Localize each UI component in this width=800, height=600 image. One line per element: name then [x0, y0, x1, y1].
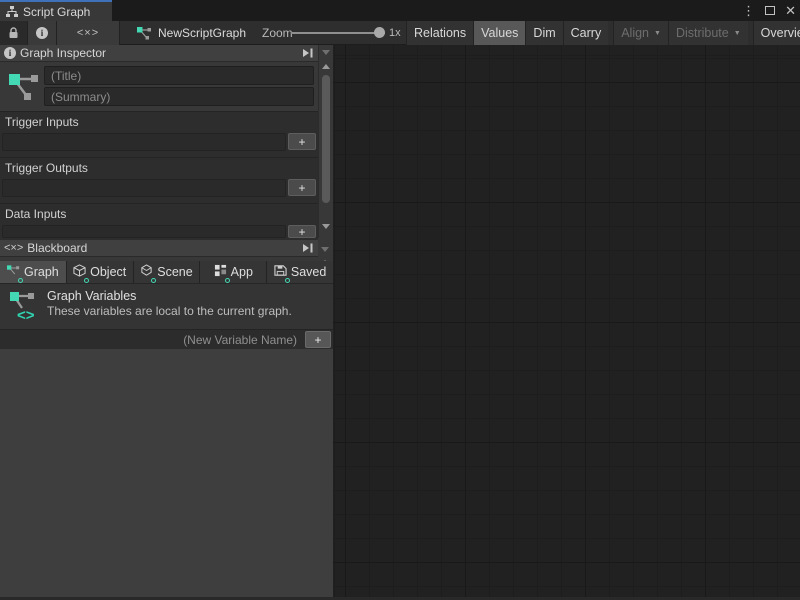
data-inputs-list[interactable]: [2, 225, 286, 238]
floppy-save-icon: [274, 264, 287, 280]
inspector-toggle-button[interactable]: i: [28, 21, 57, 45]
cube-icon: [73, 264, 86, 280]
dim-button[interactable]: Dim: [525, 21, 562, 45]
chevron-down-icon: ▼: [734, 30, 741, 37]
graph-name-label: NewScriptGraph: [158, 26, 246, 40]
zoom-value: 1x: [389, 21, 401, 45]
title-input[interactable]: (Title): [44, 66, 314, 85]
info-icon: i: [36, 27, 48, 39]
trigger-outputs-row: +: [0, 177, 318, 203]
summary-input[interactable]: (Summary): [44, 87, 314, 106]
graph-variables-description: These variables are local to the current…: [47, 304, 292, 318]
close-icon[interactable]: ✕: [785, 0, 796, 21]
overview-button[interactable]: Overview: [753, 21, 800, 45]
title-placeholder: (Title): [51, 69, 81, 83]
relations-button[interactable]: Relations: [406, 21, 473, 45]
blackboard-title: Blackboard: [27, 241, 87, 255]
view-buttons: Relations Values Dim Carry Align ▼ Distr…: [406, 21, 800, 45]
zoom-label: Zoom: [262, 21, 293, 45]
graph-title-block: (Title) (Summary): [0, 63, 318, 109]
graph-name[interactable]: NewScriptGraph: [137, 21, 246, 45]
trigger-inputs-row: +: [0, 131, 318, 157]
section-header-trigger-inputs: Trigger Inputs: [0, 111, 318, 131]
distribute-dropdown[interactable]: Distribute ▼: [668, 21, 748, 45]
add-trigger-output-button[interactable]: +: [288, 179, 316, 196]
tab-script-graph[interactable]: Script Graph: [0, 0, 112, 21]
section-header-trigger-outputs: Trigger Outputs: [0, 157, 318, 177]
blackboard-header[interactable]: <×> Blackboard: [0, 240, 318, 257]
graph-variables-title: Graph Variables: [47, 289, 136, 303]
blackboard-scrollbar[interactable]: [318, 240, 333, 260]
info-icon: i: [4, 47, 16, 59]
dock-icon[interactable]: [302, 243, 314, 253]
graph-canvas[interactable]: [333, 45, 800, 600]
values-button[interactable]: Values: [473, 21, 525, 45]
scene-icon: [140, 264, 153, 280]
chevron-down-icon: ▼: [654, 30, 661, 37]
variables-icon: <×>: [77, 27, 99, 39]
add-trigger-input-button[interactable]: +: [288, 133, 316, 150]
graph-inspector-title: Graph Inspector: [20, 46, 106, 60]
app-grid-icon: [214, 264, 227, 280]
new-variable-input[interactable]: (New Variable Name): [183, 330, 297, 350]
svg-text:<>: <>: [17, 307, 35, 324]
script-graph-window: Script Graph ⋮ ✕ i <×>: [0, 0, 800, 600]
tab-label: Script Graph: [23, 5, 90, 19]
tab-object[interactable]: Object: [67, 261, 134, 283]
tab-scene[interactable]: Scene: [134, 261, 201, 283]
script-graph-icon: [6, 6, 18, 18]
add-data-input-button[interactable]: +: [288, 225, 316, 238]
tab-graph[interactable]: Graph: [0, 261, 67, 283]
graph-toolbar: i <×> NewScriptGraph Zoom 1x Relations V…: [0, 21, 800, 45]
tab-app[interactable]: App: [200, 261, 267, 283]
graph-node-icon: [137, 27, 152, 40]
carry-button[interactable]: Carry: [563, 21, 609, 45]
graph-variables-icon: <>: [9, 290, 43, 324]
dock-icon[interactable]: [302, 48, 314, 58]
zoom-slider-track[interactable]: [291, 32, 385, 34]
trigger-outputs-list[interactable]: [2, 179, 286, 197]
data-inputs-row: +: [0, 223, 318, 240]
left-panel: i Graph Inspector (Title) (Summary) Trig…: [0, 45, 333, 597]
lock-button[interactable]: [0, 21, 28, 45]
blackboard-tabs: Graph Object Sc: [0, 261, 333, 283]
tab-saved[interactable]: Saved: [267, 261, 333, 283]
menu-icon[interactable]: ⋮: [742, 0, 755, 21]
inspector-scrollbar[interactable]: [318, 45, 333, 238]
variables-icon: <×>: [4, 242, 23, 254]
blackboard-toggle-button[interactable]: <×>: [57, 21, 120, 45]
graph-node-icon: [7, 265, 20, 280]
lock-icon: [8, 27, 19, 39]
zoom-slider-handle[interactable]: [374, 27, 385, 38]
variables-empty-area: [0, 349, 333, 597]
new-variable-row: (New Variable Name) +: [0, 329, 333, 349]
align-dropdown[interactable]: Align ▼: [613, 21, 668, 45]
summary-placeholder: (Summary): [51, 90, 110, 104]
trigger-inputs-list[interactable]: [2, 133, 286, 151]
scrollbar-thumb[interactable]: [322, 75, 330, 203]
graph-inspector-header[interactable]: i Graph Inspector: [0, 45, 318, 62]
section-header-data-inputs: Data Inputs: [0, 203, 318, 223]
graph-node-icon: [8, 68, 40, 104]
window-controls: ⋮ ✕: [742, 0, 796, 21]
graph-variables-box: <> Graph Variables These variables are l…: [0, 283, 333, 329]
add-variable-button[interactable]: +: [305, 331, 331, 348]
maximize-icon[interactable]: [765, 6, 775, 15]
titlebar: Script Graph ⋮ ✕: [0, 0, 800, 21]
